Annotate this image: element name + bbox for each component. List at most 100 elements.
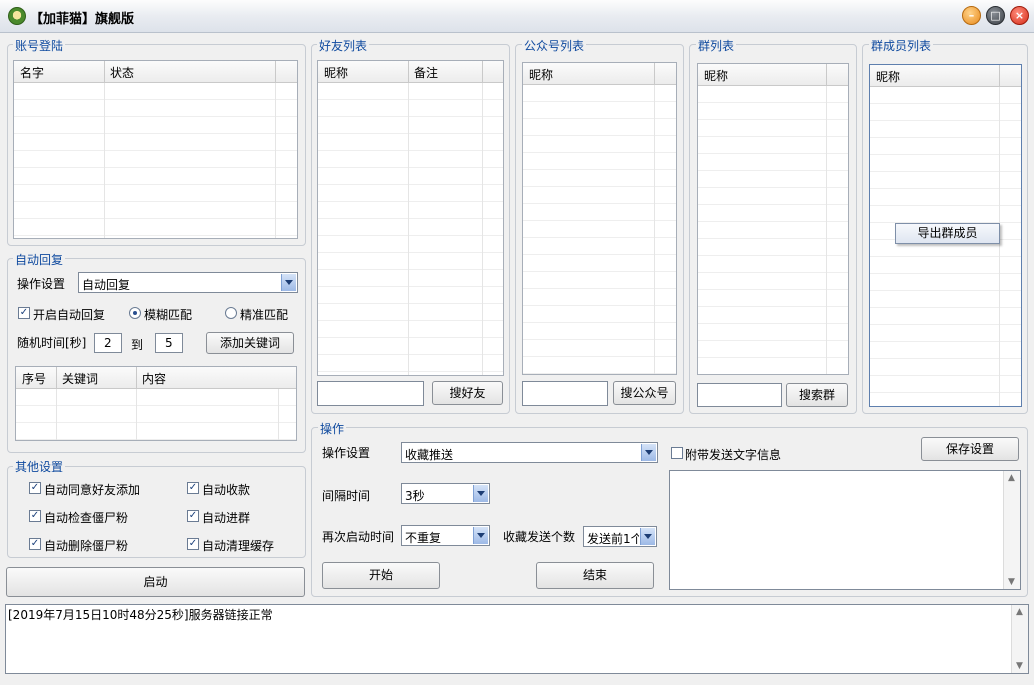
- column-header-status[interactable]: 状态: [110, 64, 134, 81]
- attach-text-checkbox[interactable]: [671, 447, 683, 459]
- launch-button[interactable]: 启动: [6, 567, 305, 597]
- keyword-list-body: [16, 389, 296, 440]
- column-header-name[interactable]: 名字: [20, 64, 44, 81]
- group-list-body: [698, 86, 848, 374]
- auto-delete-zombie-checkbox[interactable]: ✓: [29, 538, 41, 550]
- auto-clear-cache-checkbox[interactable]: ✓: [187, 538, 199, 550]
- column-header-index[interactable]: 序号: [22, 370, 46, 387]
- app-icon: [8, 7, 26, 25]
- scroll-up-icon[interactable]: ▲: [1016, 607, 1023, 617]
- group-search-input[interactable]: [697, 383, 782, 407]
- group-list-header: 昵称: [698, 64, 848, 86]
- to-label: 到: [131, 338, 144, 352]
- auto-accept-friend-checkbox[interactable]: ✓: [29, 482, 41, 494]
- random-time-from-value: 2: [104, 336, 112, 350]
- start-button[interactable]: 开始: [322, 562, 440, 589]
- column-header-nickname[interactable]: 昵称: [529, 66, 553, 83]
- random-time-to-input[interactable]: 5: [155, 333, 183, 353]
- fuzzy-match-label: 模糊匹配: [144, 308, 193, 322]
- account-login-legend: 账号登陆: [13, 37, 66, 54]
- auto-delete-zombie-label: 自动删除僵尸粉: [44, 539, 129, 553]
- random-time-from-input[interactable]: 2: [94, 333, 122, 353]
- close-icon[interactable]: ×: [1010, 6, 1029, 25]
- log-scrollbar[interactable]: ▲ ▼: [1011, 605, 1028, 673]
- add-keyword-button[interactable]: 添加关键词: [206, 332, 294, 354]
- maximize-icon[interactable]: □: [986, 6, 1005, 25]
- group-list[interactable]: 昵称: [697, 63, 849, 375]
- interval-value: 3秒: [405, 489, 425, 503]
- auto-reply-op-select[interactable]: 自动回复: [78, 272, 298, 293]
- chevron-down-icon[interactable]: [641, 444, 656, 461]
- friend-list-body: [318, 83, 503, 375]
- operation-op-select[interactable]: 收藏推送: [401, 442, 658, 463]
- chevron-down-icon[interactable]: [281, 274, 296, 291]
- log-line: [2019年7月15日10时48分25秒]服务器链接正常: [8, 608, 273, 622]
- member-list-header: 昵称: [870, 65, 1021, 87]
- restart-time-select[interactable]: 不重复: [401, 525, 490, 546]
- account-list-body: [14, 83, 297, 238]
- fav-count-select[interactable]: 发送前1个: [583, 526, 657, 547]
- account-list-header: 名字 状态: [14, 61, 297, 83]
- auto-check-zombie-checkbox[interactable]: ✓: [29, 510, 41, 522]
- member-list-body: [870, 87, 1021, 406]
- operation-op-value: 收藏推送: [405, 448, 454, 462]
- scroll-down-icon[interactable]: ▼: [1016, 661, 1023, 671]
- fuzzy-match-radio[interactable]: [129, 307, 141, 319]
- official-list-legend: 公众号列表: [522, 37, 587, 54]
- keyword-list-header: 序号 关键词 内容: [16, 367, 296, 389]
- account-list[interactable]: 名字 状态: [13, 60, 298, 239]
- textarea-scrollbar[interactable]: ▲ ▼: [1003, 471, 1020, 589]
- interval-select[interactable]: 3秒: [401, 483, 490, 504]
- search-official-button[interactable]: 搜公众号: [613, 381, 676, 405]
- auto-accept-friend-label: 自动同意好友添加: [44, 483, 141, 497]
- member-list-legend: 群成员列表: [869, 37, 934, 54]
- end-button[interactable]: 结束: [536, 562, 654, 589]
- column-header-nickname[interactable]: 昵称: [324, 64, 348, 81]
- log-area[interactable]: [2019年7月15日10时48分25秒]服务器链接正常 ▲ ▼: [5, 604, 1029, 674]
- friend-list[interactable]: 昵称 备注: [317, 60, 504, 376]
- auto-collect-payment-checkbox[interactable]: ✓: [187, 482, 199, 494]
- official-account-list[interactable]: 昵称: [522, 62, 677, 375]
- keyword-list[interactable]: 序号 关键词 内容: [15, 366, 297, 441]
- friend-search-input[interactable]: [317, 381, 424, 406]
- scroll-up-icon[interactable]: ▲: [1008, 473, 1015, 483]
- column-header-nickname[interactable]: 昵称: [704, 67, 728, 84]
- save-settings-button[interactable]: 保存设置: [921, 437, 1019, 461]
- scroll-down-icon[interactable]: ▼: [1008, 577, 1015, 587]
- group-list-legend: 群列表: [696, 37, 737, 54]
- official-list-body: [523, 85, 676, 374]
- search-friend-button[interactable]: 搜好友: [432, 381, 503, 405]
- auto-reply-op-value: 自动回复: [82, 278, 131, 292]
- interval-label: 间隔时间: [322, 489, 371, 503]
- column-header-nickname[interactable]: 昵称: [876, 68, 900, 85]
- chevron-down-icon[interactable]: [473, 527, 488, 544]
- enable-auto-reply-label: 开启自动回复: [33, 308, 106, 322]
- search-group-button[interactable]: 搜索群: [786, 383, 848, 407]
- auto-join-group-checkbox[interactable]: ✓: [187, 510, 199, 522]
- title-bar: 【加菲猫】旗舰版 – □ ×: [0, 0, 1034, 33]
- attach-text-label: 附带发送文字信息: [685, 448, 782, 462]
- column-header-content[interactable]: 内容: [142, 370, 166, 387]
- auto-join-group-label: 自动进群: [202, 511, 251, 525]
- attach-text-textarea[interactable]: ▲ ▼: [669, 470, 1021, 590]
- window-title: 【加菲猫】旗舰版: [30, 12, 135, 27]
- random-time-label: 随机时间[秒]: [17, 336, 87, 350]
- auto-reply-legend: 自动回复: [13, 251, 66, 268]
- restart-time-value: 不重复: [405, 531, 442, 545]
- auto-check-zombie-label: 自动检查僵尸粉: [44, 511, 129, 525]
- chevron-down-icon[interactable]: [473, 485, 488, 502]
- exact-match-label: 精准匹配: [240, 308, 289, 322]
- other-settings-legend: 其他设置: [13, 458, 66, 475]
- column-header-keyword[interactable]: 关键词: [62, 370, 98, 387]
- minimize-icon[interactable]: –: [962, 6, 981, 25]
- fav-count-label: 收藏发送个数: [503, 530, 576, 544]
- official-search-input[interactable]: [522, 381, 608, 406]
- column-header-remark[interactable]: 备注: [414, 64, 438, 81]
- auto-clear-cache-label: 自动清理缓存: [202, 539, 275, 553]
- chevron-down-icon[interactable]: [640, 528, 655, 545]
- enable-auto-reply-checkbox[interactable]: ✓: [18, 307, 30, 319]
- exact-match-radio[interactable]: [225, 307, 237, 319]
- fav-count-value: 发送前1个: [587, 532, 639, 546]
- export-members-button[interactable]: 导出群成员: [895, 223, 1000, 244]
- auto-collect-payment-label: 自动收款: [202, 483, 251, 497]
